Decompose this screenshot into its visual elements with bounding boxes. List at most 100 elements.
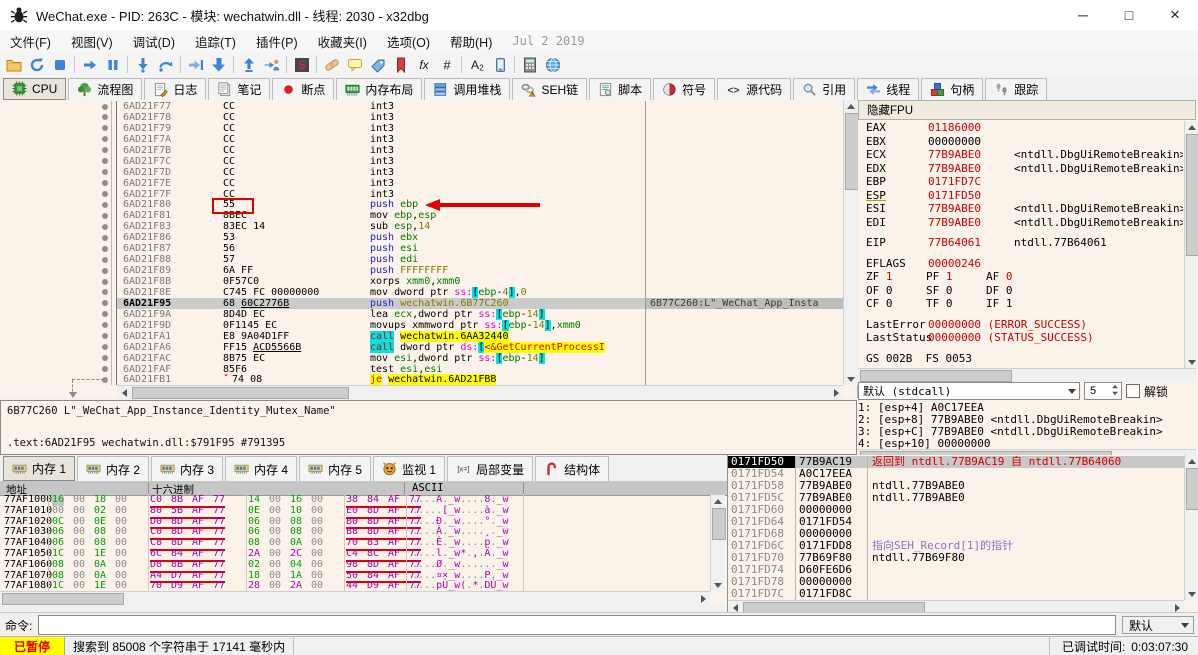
tab-脚本[interactable]: 脚本 [589,78,652,100]
tab-SEH链[interactable]: SEH链 [512,78,588,100]
register-row[interactable]: GS 002B FS 0053 [858,352,1183,366]
disasm-row[interactable]: 6AD21F89 6A FF push FFFFFFFF [0,265,843,276]
tab-引用[interactable]: 引用 [793,78,856,100]
disasm-row[interactable]: 6AD21F8E C745 FC 00000000 mov dword ptr ss… [0,286,843,298]
disasm-row[interactable]: 6AD21F7A CC int3 [0,133,843,145]
stack-vertical-scrollbar[interactable] [1184,455,1198,600]
breakpoint-dot-icon[interactable] [102,234,108,241]
scroll-left-icon[interactable] [117,386,131,399]
register-row[interactable]: EBX 00000000 [858,135,1183,149]
stack-row[interactable]: 0171FD74 D60FE6D6 [728,564,1184,576]
menu-item-追踪T[interactable]: 追踪(T) [185,30,246,53]
memory-dump-pane[interactable]: 地址 十六进制 ASCII 77AF1000 16 00 18 00 C0 8B AF 77 14… [0,481,727,605]
font-size-button[interactable]: A2 [465,54,488,75]
menu-item-插件P[interactable]: 插件(P) [246,30,308,53]
menu-item-视图V[interactable]: 视图(V) [61,30,123,53]
tab-跟踪[interactable]: 跟踪 [985,78,1048,100]
disasm-row[interactable]: 6AD21F78 CC int3 [0,111,843,123]
hide-fpu-button[interactable]: 隐藏FPU [858,100,1196,120]
disassembly-vertical-scrollbar[interactable] [843,100,859,385]
disasm-row[interactable]: 6AD21F7B CC int3 [0,144,843,156]
hash-button[interactable]: # [435,54,458,75]
stack-row[interactable]: 0171FD50 77B9AC19 返回到 ntdll.77B9AC19 自 ntd… [728,456,1184,468]
register-row[interactable]: CF 0 TF 0 IF 1 [858,297,1183,311]
stack-row[interactable]: 0171FD5C 77B9ABE0 ntdll.77B9ABE0 [728,492,1184,504]
memory-vertical-scrollbar[interactable] [710,495,726,591]
disasm-row[interactable]: 6AD21F86 53 push ebx [0,232,843,243]
scroll-thumb[interactable] [2,593,124,605]
tab-断点[interactable]: 断点 [272,78,335,100]
scroll-down-icon[interactable] [1185,356,1198,368]
breakpoint-dot-icon[interactable] [102,289,108,296]
disassembly-horizontal-scrollbar[interactable] [117,385,843,399]
disasm-row[interactable]: 6AD21F81 8BEC mov ebp,esp [0,210,843,221]
close-button[interactable]: × [1152,0,1198,30]
stack-row[interactable]: 0171FD58 77B9ABE0 ntdll.77B9ABE0 [728,480,1184,492]
stack-row[interactable]: 0171FD54 A0C17EEA [728,468,1184,480]
bottom-tab-内存-5[interactable]: 内存 5 [299,456,372,481]
menu-item-调试D[interactable]: 调试(D) [123,30,185,53]
tab-CPU[interactable]: CPU [3,78,67,100]
breakpoint-dot-icon[interactable] [102,223,108,230]
bottom-tab-局部变量[interactable]: [x=] 局部变量 [447,456,534,481]
run-until-button[interactable] [184,54,207,75]
stack-row[interactable]: 0171FD7C 0171FD8C [728,588,1184,600]
menu-item-选项O[interactable]: 选项(O) [377,30,440,53]
stack-row[interactable]: 0171FD60 00000000 [728,504,1184,516]
register-row[interactable]: LastError 00000000 (ERROR_SUCCESS) [858,318,1183,332]
scroll-thumb[interactable] [1186,134,1198,256]
scroll-thumb[interactable] [132,387,349,399]
stop-button[interactable] [48,54,71,75]
donate-button[interactable] [541,54,564,75]
open-folder-button[interactable] [2,54,25,75]
menu-item-收藏夹I[interactable]: 收藏夹(I) [308,30,377,53]
register-row[interactable]: EAX 01186000 [858,121,1183,135]
register-row[interactable]: EBP 0171FD7C [858,175,1183,189]
breakpoint-dot-icon[interactable] [102,256,108,263]
register-row[interactable]: LastStatus 00000000 (STATUS_SUCCESS) [858,331,1183,345]
stack-row[interactable]: 0171FD6C 0171FDD8 指向SEH_Record[1]的指针 [728,540,1184,552]
scroll-down-icon[interactable] [1185,588,1198,600]
pause-button[interactable] [101,54,124,75]
step-into-button[interactable] [131,54,154,75]
disasm-row[interactable]: 6AD21F8B 0F57C0 xorps xmm0,xmm0 [0,276,843,287]
breakpoint-dot-icon[interactable] [102,147,108,154]
disasm-row[interactable]: 6AD21F77 CC int3 [0,101,843,112]
function-button[interactable]: fx [412,54,435,75]
execute-till-return-button[interactable] [237,54,260,75]
disasm-row[interactable]: 6AD21FAC 8B75 EC mov esi,dword ptr ss:[ebp… [0,352,843,364]
scroll-down-icon[interactable] [711,579,725,591]
scylla-button[interactable]: S [290,54,313,75]
breakpoint-dot-icon[interactable] [102,311,108,318]
breakpoint-dot-icon[interactable] [102,267,108,274]
disasm-row[interactable]: 6AD21F7F CC int3 [0,188,843,199]
run-button[interactable] [78,54,101,75]
command-input[interactable] [38,615,1116,635]
memory-horizontal-scrollbar[interactable] [0,591,710,605]
stack-row[interactable]: 0171FD68 00000000 [728,528,1184,540]
topmost-button[interactable] [488,54,511,75]
register-row[interactable]: EIP 77B64061 ntdll.77B64061 [858,236,1183,250]
tab-源代码[interactable]: <> 源代码 [717,78,792,100]
register-row[interactable]: EDI 77B9ABE0 <ntdll.DbgUiRemoteBreakin> [858,216,1183,230]
register-row[interactable]: EFLAGS 00000246 [858,257,1183,271]
scroll-thumb[interactable] [712,508,726,540]
disasm-row[interactable]: 6AD21F95 68 60C2776B push wechatwin.6B77C2… [0,297,843,309]
breakpoint-dot-icon[interactable] [102,201,108,208]
register-row[interactable]: EDX 77B9ABE0 <ntdll.DbgUiRemoteBreakin> [858,162,1183,176]
disasm-row[interactable]: 6AD21F9A 8D4D EC lea ecx,dword ptr ss:[ebp… [0,308,843,320]
command-profile-dropdown[interactable]: 默认 [1122,616,1194,634]
register-row[interactable]: ZF 1 PF 1 AF 0 [858,270,1183,284]
breakpoint-dot-icon[interactable] [102,136,108,143]
breakpoint-dot-icon[interactable] [102,355,108,362]
argument-count-stepper[interactable]: 5 [1084,382,1122,400]
stack-row[interactable]: 0171FD78 00000000 [728,576,1184,588]
disasm-row[interactable]: 6AD21F79 CC int3 [0,122,843,134]
scroll-right-icon[interactable] [829,386,843,399]
memory-row[interactable]: 77AF1080 1C 00 1E 00 70 D9 AF 77 28 00 2A 00 44 D9 AF 77… [0,580,710,591]
spinner-up-icon[interactable] [1112,384,1118,389]
bottom-tab-内存-1[interactable]: 内存 1 [3,456,76,481]
register-row[interactable]: ECX 77B9ABE0 <ntdll.DbgUiRemoteBreakin> [858,148,1183,162]
disasm-row[interactable]: 6AD21F7E CC int3 [0,177,843,189]
disasm-row[interactable]: 6AD21FA6 FF15 ACD5566B call dword ptr ds:[… [0,341,843,353]
